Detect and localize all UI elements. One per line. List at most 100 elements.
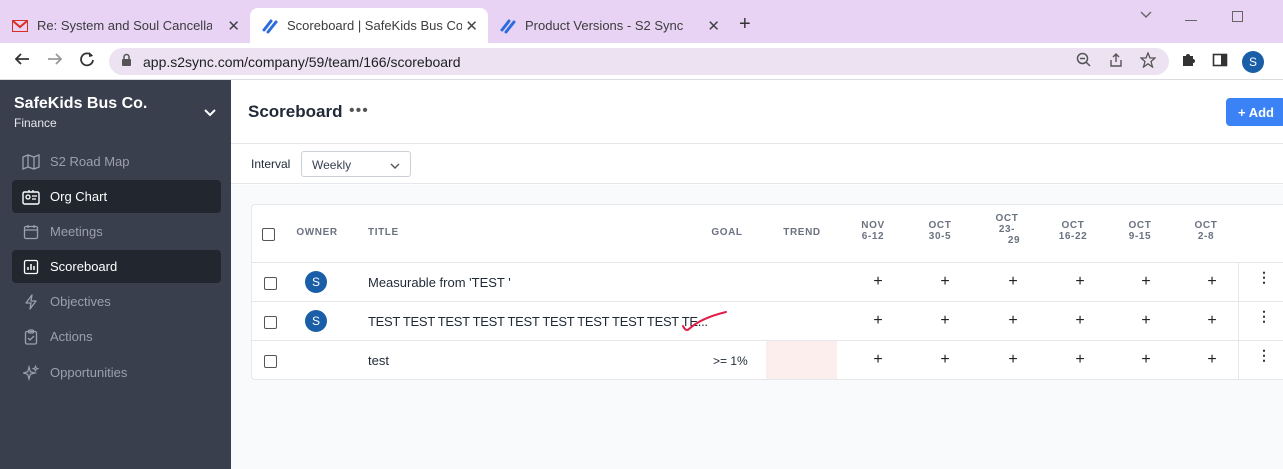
page-header: Scoreboard ••• + Add	[231, 80, 1283, 144]
share-icon[interactable]	[1108, 52, 1124, 73]
add-value-icon[interactable]: +	[1005, 273, 1021, 291]
row-checkbox[interactable]	[264, 316, 277, 329]
row-title[interactable]: test	[368, 353, 389, 368]
new-tab-icon[interactable]: +	[739, 13, 751, 36]
sidebar-item-meetings[interactable]: Meetings	[12, 215, 221, 248]
close-icon[interactable]: ✕	[465, 17, 478, 35]
add-value-icon[interactable]: +	[1072, 273, 1088, 291]
bookmark-star-icon[interactable]	[1139, 51, 1157, 73]
add-value-icon[interactable]: +	[1005, 351, 1021, 369]
reload-icon[interactable]	[79, 51, 95, 72]
browser-tab-scoreboard[interactable]: Scoreboard | SafeKids Bus Co. | S ✕	[250, 8, 488, 43]
omnibox[interactable]: app.s2sync.com/company/59/team/166/score…	[109, 48, 1169, 75]
side-panel-icon[interactable]	[1212, 52, 1228, 73]
row-checkbox[interactable]	[264, 355, 277, 368]
divider	[1238, 341, 1239, 379]
calendar-icon	[21, 224, 41, 240]
address-bar: app.s2sync.com/company/59/team/166/score…	[0, 43, 1283, 80]
minimize-icon[interactable]	[1185, 9, 1197, 25]
sparkle-icon	[21, 364, 41, 381]
table-row[interactable]: S TEST TEST TEST TEST TEST TEST TEST TES…	[252, 301, 1283, 340]
row-menu-icon[interactable]: ⋮	[1257, 348, 1271, 362]
table-row[interactable]: S Measurable from 'TEST ' + + + + + + ⋮	[252, 262, 1283, 301]
column-header-week: OCT 9-15	[1128, 220, 1152, 242]
browser-tab-gmail[interactable]: Re: System and Soul Cancellation ✕	[12, 8, 250, 43]
bar-chart-icon	[21, 259, 41, 275]
add-value-icon[interactable]: +	[870, 351, 886, 369]
sidebar-item-actions[interactable]: Actions	[12, 320, 221, 353]
page-title: Scoreboard	[248, 102, 343, 121]
org-name[interactable]: SafeKids Bus Co.	[14, 95, 147, 113]
add-value-icon[interactable]: +	[1204, 312, 1220, 330]
add-value-icon[interactable]: +	[1138, 273, 1154, 291]
maximize-icon[interactable]	[1232, 9, 1243, 25]
tab-search-chevron-icon[interactable]	[1140, 6, 1152, 22]
sidebar-item-scoreboard[interactable]: Scoreboard	[12, 250, 221, 283]
add-value-icon[interactable]: +	[1072, 312, 1088, 330]
close-icon[interactable]: ✕	[227, 17, 240, 35]
tab-title: Product Versions - S2 Sync	[525, 18, 684, 33]
sidebar-item-label: Scoreboard	[50, 259, 118, 274]
add-value-icon[interactable]: +	[870, 312, 886, 330]
add-value-icon[interactable]: +	[937, 273, 953, 291]
sidebar-item-label: Actions	[50, 329, 93, 344]
sidebar-item-objectives[interactable]: Objectives	[12, 285, 221, 318]
divider	[1238, 263, 1239, 301]
browser-tab-product-versions[interactable]: Product Versions - S2 Sync ✕	[500, 8, 730, 43]
owner-avatar[interactable]: S	[305, 271, 327, 293]
column-header-goal: GOAL	[711, 227, 743, 238]
add-value-icon[interactable]: +	[1072, 351, 1088, 369]
add-value-icon[interactable]: +	[870, 273, 886, 291]
chevron-down-icon	[390, 159, 400, 173]
column-header-week: OCT 30-5	[928, 220, 952, 242]
lock-icon[interactable]	[121, 53, 132, 72]
add-value-icon[interactable]: +	[937, 312, 953, 330]
close-icon[interactable]: ✕	[707, 17, 720, 35]
clipboard-icon	[21, 328, 41, 345]
zoom-icon[interactable]	[1076, 52, 1092, 73]
column-header-week: OCT 16-22	[1058, 220, 1088, 242]
interval-select[interactable]: Weekly	[301, 151, 411, 177]
column-header-week: NOV 6-12	[861, 220, 885, 242]
sidebar-item-label: Org Chart	[50, 189, 108, 204]
bolt-icon	[21, 293, 41, 310]
add-value-icon[interactable]: +	[1138, 351, 1154, 369]
column-header-trend: TREND	[783, 227, 821, 238]
add-value-icon[interactable]: +	[1204, 273, 1220, 291]
sidebar: SafeKids Bus Co. Finance S2 Road Map Org…	[0, 80, 231, 469]
divider	[1238, 302, 1239, 340]
chevron-down-icon[interactable]	[204, 104, 216, 122]
trend-cell	[766, 341, 837, 379]
more-options-icon[interactable]: •••	[349, 102, 369, 120]
interval-value: Weekly	[312, 158, 352, 172]
row-title[interactable]: Measurable from 'TEST '	[368, 275, 511, 290]
row-title[interactable]: TEST TEST TEST TEST TEST TEST TEST TEST …	[368, 314, 708, 329]
gmail-icon	[12, 18, 28, 34]
column-header-owner: OWNER	[296, 227, 338, 238]
back-icon[interactable]	[14, 51, 30, 72]
profile-avatar[interactable]: S	[1242, 51, 1264, 73]
add-value-icon[interactable]: +	[1204, 351, 1220, 369]
forward-icon[interactable]	[47, 51, 63, 72]
row-menu-icon[interactable]: ⋮	[1257, 309, 1271, 323]
add-value-icon[interactable]: +	[937, 351, 953, 369]
add-value-icon[interactable]: +	[1005, 312, 1021, 330]
extensions-puzzle-icon[interactable]	[1180, 52, 1196, 73]
goal-value[interactable]: >= 1%	[713, 354, 748, 368]
owner-avatar[interactable]: S	[305, 310, 327, 332]
sidebar-item-label: S2 Road Map	[50, 154, 130, 169]
sidebar-item-org-chart[interactable]: Org Chart	[12, 180, 221, 213]
select-all-checkbox[interactable]	[262, 228, 275, 241]
sidebar-item-road-map[interactable]: S2 Road Map	[12, 145, 221, 178]
org-chart-icon	[21, 189, 41, 205]
table-row[interactable]: test >= 1% + + + + + + ⋮	[252, 340, 1283, 379]
row-menu-icon[interactable]: ⋮	[1257, 270, 1271, 284]
tab-title: Scoreboard | SafeKids Bus Co. | S	[287, 18, 462, 33]
team-name: Finance	[14, 116, 57, 130]
add-value-icon[interactable]: +	[1138, 312, 1154, 330]
sidebar-item-opportunities[interactable]: Opportunities	[12, 356, 221, 389]
add-button[interactable]: + Add	[1226, 98, 1283, 126]
scoreboard-table: OWNER TITLE GOAL TREND NOV 6-12 OCT 30-5 O…	[251, 204, 1283, 380]
row-checkbox[interactable]	[264, 277, 277, 290]
s2sync-icon	[262, 18, 278, 34]
